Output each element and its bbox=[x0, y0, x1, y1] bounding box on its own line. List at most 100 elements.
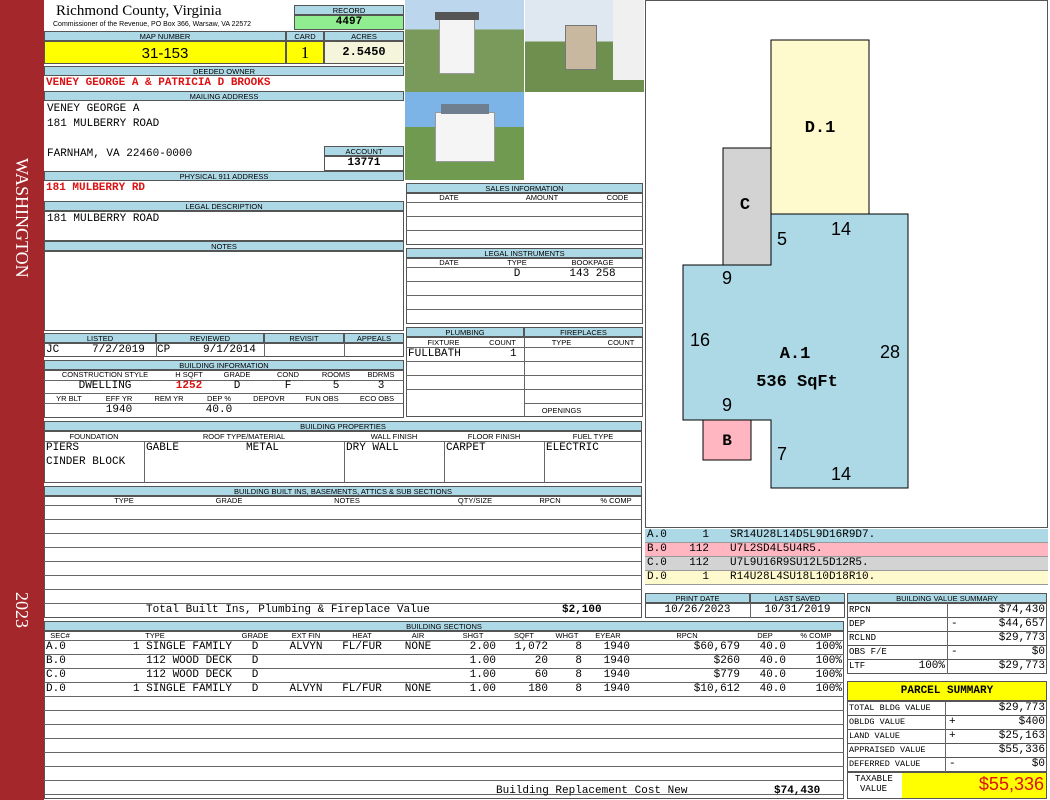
section-cell: 40.0 bbox=[759, 655, 786, 667]
section-col-header: EXT FIN bbox=[291, 631, 321, 640]
bvs-percent: 100% bbox=[918, 660, 945, 672]
builtins-col-notes: NOTES bbox=[334, 496, 360, 505]
bi-hsqft: 1252 bbox=[175, 380, 203, 392]
bvs-key: DEP bbox=[849, 619, 866, 629]
bi-style: DWELLING bbox=[78, 380, 132, 392]
section-cell: 8 bbox=[575, 641, 582, 653]
section-cell: 1940 bbox=[603, 669, 630, 681]
prop-floor: CARPET bbox=[446, 442, 486, 454]
legal-header: LEGAL DESCRIPTION bbox=[44, 201, 404, 211]
map-header: MAP NUMBER bbox=[44, 31, 286, 41]
section-cell: ALVYN bbox=[289, 683, 323, 695]
sales-table bbox=[406, 193, 643, 245]
builtins-total-label: Total Built Ins, Plumbing & Fireplace Va… bbox=[146, 604, 430, 616]
bvs-key: RCLND bbox=[849, 633, 877, 643]
year-label: 2023 bbox=[12, 592, 32, 628]
mailing-header: MAILING ADDRESS bbox=[44, 91, 404, 101]
addr911-value: 181 MULBERRY RD bbox=[46, 182, 146, 194]
parcel-value: $400 bbox=[1018, 716, 1045, 728]
section-cell: $779 bbox=[713, 669, 740, 681]
bvs-key: LTF bbox=[849, 661, 866, 671]
section-cell: 1,072 bbox=[514, 641, 548, 653]
section-cell: 112 WOOD DECK bbox=[146, 669, 232, 681]
print-date: 10/26/2023 bbox=[664, 604, 731, 616]
prop-fuel: ELECTRIC bbox=[546, 442, 599, 454]
section-col-header: SQFT bbox=[514, 631, 534, 640]
section-cell: B.0 bbox=[46, 655, 66, 667]
dim-c-bottom: 5 bbox=[777, 229, 787, 249]
section-col-header: SHGT bbox=[462, 631, 484, 640]
section-cell: 112 WOOD DECK bbox=[146, 655, 232, 667]
section-cell: 8 bbox=[575, 683, 582, 695]
prop-col-foundation: FOUNDATION bbox=[69, 432, 119, 441]
section-col-header: EYEAR bbox=[595, 631, 621, 640]
builtins-col-type: TYPE bbox=[114, 496, 134, 505]
bi-col-dep: DEP % bbox=[206, 394, 232, 403]
builtins-header: BUILDING BUILT INS, BASEMENTS, ATTICS & … bbox=[44, 486, 642, 496]
parcel-value: $55,336 bbox=[998, 744, 1045, 756]
district-label: WASHINGTON bbox=[12, 158, 32, 278]
parcel-sign: - bbox=[949, 758, 956, 770]
bi-grade: D bbox=[233, 380, 241, 392]
notes-header: NOTES bbox=[44, 241, 404, 251]
parcel-divider bbox=[945, 715, 946, 730]
section-cell: NONE bbox=[404, 683, 432, 695]
reviewed-header: REVIEWED bbox=[156, 333, 264, 343]
plumbing-fixture: FULLBATH bbox=[408, 348, 461, 360]
district-band bbox=[0, 0, 44, 800]
legend-code: D.0 bbox=[647, 571, 667, 583]
commissioner-address: Commissioner of the Revenue, PO Box 366,… bbox=[53, 21, 252, 28]
map-number: 31-153 bbox=[141, 45, 189, 62]
bi-cond: F bbox=[284, 380, 292, 392]
parcel-key: TOTAL BLDG VALUE bbox=[849, 703, 931, 713]
print-date-header: PRINT DATE bbox=[645, 593, 750, 603]
section-cell: 1.00 bbox=[469, 655, 496, 667]
bvs-key: OBS F/E bbox=[849, 647, 887, 657]
bi-dep: 40.0 bbox=[205, 404, 233, 416]
photo-shed bbox=[525, 0, 644, 92]
plumbing-col-count: COUNT bbox=[489, 338, 516, 347]
dim-bottom: 14 bbox=[831, 464, 851, 484]
parcel-divider bbox=[945, 729, 946, 744]
legend-path: U7L9U16R9SU12L5D12R5. bbox=[730, 557, 869, 569]
section-cell: 180 bbox=[528, 683, 548, 695]
bi-col-hsqft: H SQFT bbox=[175, 370, 203, 379]
owner-header: DEEDED OWNER bbox=[44, 66, 404, 76]
revisit-header: REVISIT bbox=[264, 333, 344, 343]
parcel-value: $0 bbox=[1031, 758, 1045, 770]
sketch-label-a: A.1 bbox=[780, 345, 811, 364]
parcel-divider bbox=[945, 701, 946, 716]
section-cell: 100% bbox=[815, 641, 842, 653]
legend-path: U7L2SD4L5U4R5. bbox=[730, 543, 823, 555]
dim-right: 28 bbox=[880, 342, 900, 362]
taxable-value: $55,336 bbox=[978, 774, 1044, 794]
bvs-divider bbox=[947, 617, 948, 632]
sketch-label-c: C bbox=[740, 196, 750, 215]
bvs-divider bbox=[947, 603, 948, 618]
builtins-col-qty: QTY/SIZE bbox=[457, 496, 493, 505]
acres-box: 2.5450 bbox=[324, 41, 404, 64]
mailing-line2: 181 MULBERRY ROAD bbox=[47, 118, 160, 130]
parcel-key: DEFERRED VALUE bbox=[849, 759, 921, 769]
section-cell: 1940 bbox=[603, 641, 630, 653]
map-box: 31-153 bbox=[44, 41, 286, 64]
parcel-divider bbox=[945, 757, 946, 772]
li-bookpage: 143 258 bbox=[569, 268, 616, 280]
bi-col-depovr: DEPOVR bbox=[253, 394, 285, 403]
section-cell: 20 bbox=[534, 655, 548, 667]
section-cell: 8 bbox=[575, 669, 582, 681]
building-info-header: BUILDING INFORMATION bbox=[44, 360, 404, 370]
properties-header: BUILDING PROPERTIES bbox=[44, 421, 642, 431]
card-box: 1 bbox=[286, 41, 324, 64]
bvs-value: $0 bbox=[1031, 646, 1045, 658]
builtins-table bbox=[44, 496, 642, 618]
bvs-key: RPCN bbox=[849, 605, 871, 615]
account-number: 13771 bbox=[347, 157, 381, 169]
bi-col-remyr: REM YR bbox=[154, 394, 184, 403]
section-col-header: TYPE bbox=[145, 631, 165, 640]
record-number: 4497 bbox=[335, 16, 363, 28]
acres-value: 2.5450 bbox=[342, 45, 386, 59]
bi-col-grade: GRADE bbox=[223, 370, 251, 379]
section-col-header: GRADE bbox=[241, 631, 269, 640]
owner-name: VENEY GEORGE A & PATRICIA D BROOKS bbox=[46, 77, 271, 89]
